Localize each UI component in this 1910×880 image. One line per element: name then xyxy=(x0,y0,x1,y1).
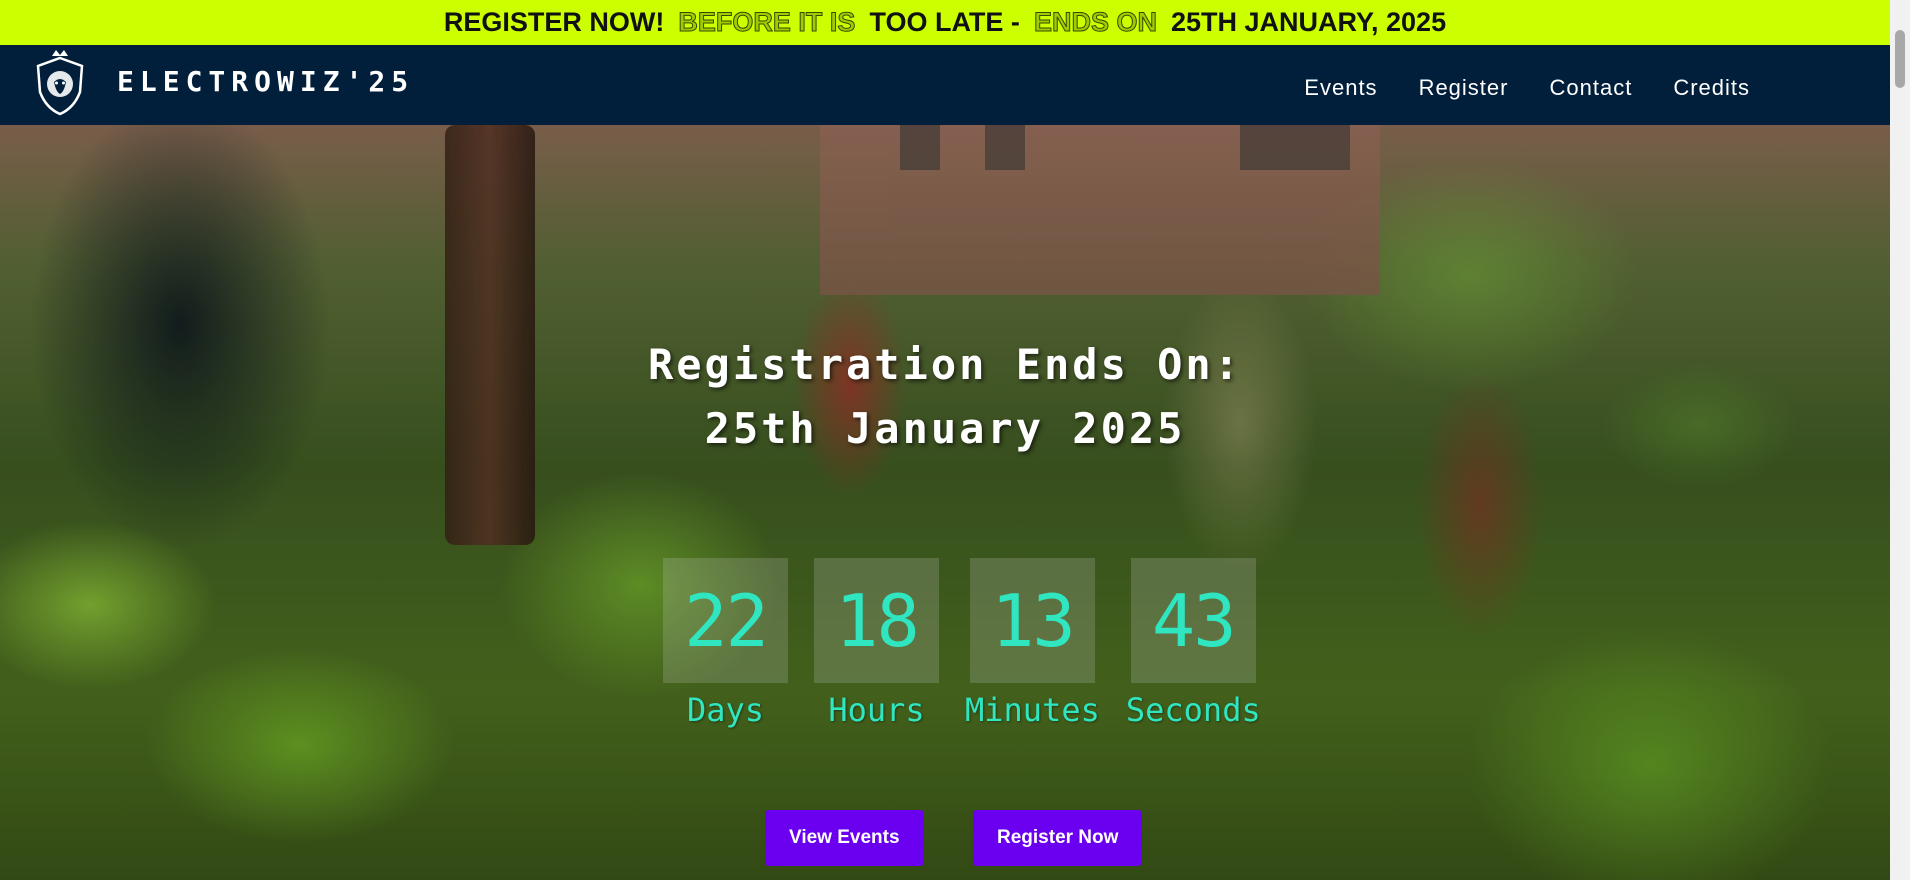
navbar: ELECTROWIZ'25 Events Register Contact Cr… xyxy=(0,45,1890,125)
announcement-banner: REGISTER NOW! BEFORE IT IS TOO LATE - EN… xyxy=(0,0,1890,45)
banner-text-ends-on: ENDS ON xyxy=(1033,7,1157,38)
hero-section: Registration Ends On: 25th January 2025 … xyxy=(0,125,1890,880)
banner-text-register-now: REGISTER NOW! xyxy=(443,7,665,37)
banner-text-date: 25TH JANUARY, 2025 xyxy=(1170,7,1447,37)
countdown-days-label: Days xyxy=(686,691,765,729)
banner-text-too-late: TOO LATE - xyxy=(869,7,1020,37)
nav-link-events[interactable]: Events xyxy=(1304,75,1377,101)
countdown-hours-label: Hours xyxy=(828,691,925,729)
view-events-button[interactable]: View Events xyxy=(765,810,924,866)
countdown-hours: 18 Hours xyxy=(814,558,939,729)
scrollbar-thumb[interactable] xyxy=(1895,30,1905,88)
countdown-seconds-value: 43 xyxy=(1130,558,1256,683)
countdown-seconds: 43 Seconds xyxy=(1126,558,1261,729)
brand-name[interactable]: ELECTROWIZ'25 xyxy=(117,65,414,98)
nav-link-register[interactable]: Register xyxy=(1419,75,1509,101)
countdown-timer: 22 Days 18 Hours 13 Minutes 43 Seconds xyxy=(663,558,1261,729)
heading-line-1: Registration Ends On: xyxy=(647,340,1242,389)
page-scrollbar[interactable] xyxy=(1890,0,1910,880)
countdown-minutes: 13 Minutes xyxy=(965,558,1100,729)
banner-text-before: BEFORE IT IS xyxy=(678,7,856,38)
registration-deadline-heading: Registration Ends On: 25th January 2025 xyxy=(0,333,1890,461)
nav-link-contact[interactable]: Contact xyxy=(1549,75,1632,101)
nav-links: Events Register Contact Credits xyxy=(1304,75,1750,101)
hero-overlay xyxy=(0,125,1890,880)
countdown-minutes-label: Minutes xyxy=(965,691,1100,729)
lion-shield-logo-icon[interactable] xyxy=(30,48,90,116)
countdown-days: 22 Days xyxy=(663,558,788,729)
countdown-minutes-value: 13 xyxy=(969,558,1095,683)
countdown-hours-value: 18 xyxy=(814,558,939,683)
countdown-days-value: 22 xyxy=(663,558,788,683)
countdown-seconds-label: Seconds xyxy=(1125,691,1261,729)
heading-line-2: 25th January 2025 xyxy=(704,404,1186,453)
nav-link-credits[interactable]: Credits xyxy=(1673,75,1750,101)
register-now-button[interactable]: Register Now xyxy=(973,810,1143,866)
